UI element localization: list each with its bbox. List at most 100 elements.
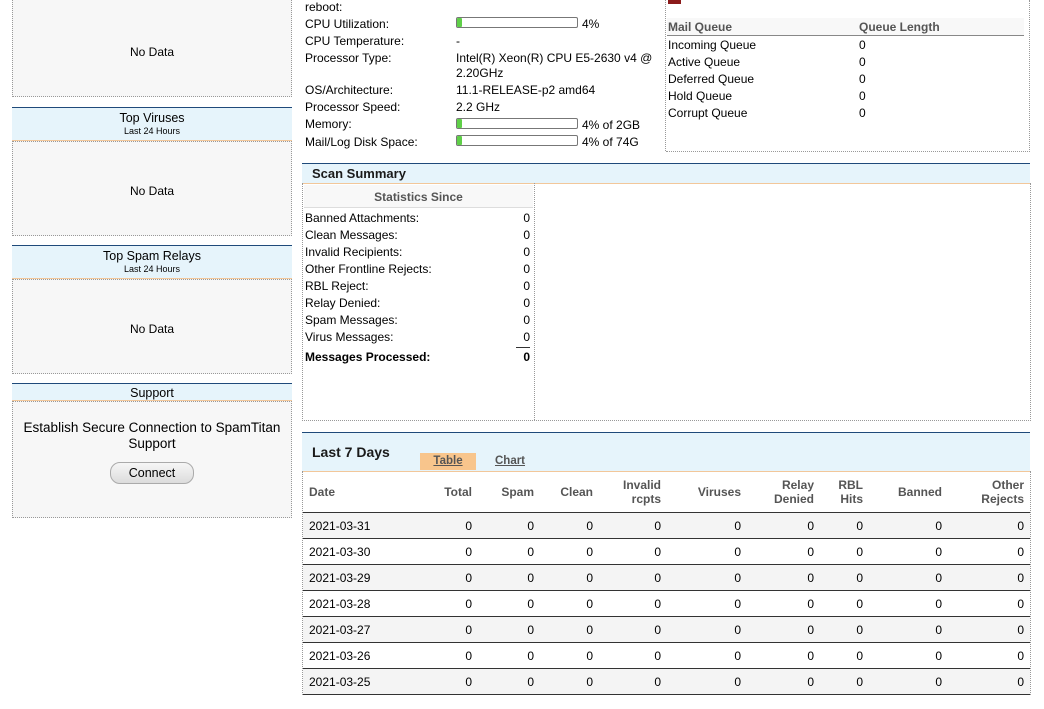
queue-length-header: Queue Length (859, 20, 940, 34)
value-cell: 0 (540, 590, 599, 617)
value-cell: 0 (410, 616, 478, 643)
value-cell: 0 (667, 616, 747, 643)
top-viruses-subtitle: Last 24 Hours (123, 126, 181, 136)
col-date: Date (303, 472, 410, 513)
stat-label: Spam Messages: (305, 313, 398, 327)
value-cell: 0 (948, 512, 1030, 539)
stat-label: Clean Messages: (305, 228, 398, 242)
queue-value: 0 (859, 72, 866, 86)
top-spam-relays-title: Top Spam Relays (103, 249, 201, 263)
memory-bar (456, 118, 578, 129)
mail-queue-header: Mail Queue (668, 20, 733, 34)
proc-speed-value: 2.2 GHz (456, 100, 501, 114)
value-cell: 0 (869, 538, 948, 565)
memory-value: 4% of 2GB (582, 118, 641, 132)
table-row: 2021-03-28 0 0 0 0 0 0 0 0 0 (303, 590, 1030, 617)
value-cell: 0 (540, 512, 599, 539)
value-cell: 0 (948, 616, 1030, 643)
date-cell: 2021-03-27 (303, 616, 410, 643)
value-cell: 0 (820, 668, 869, 695)
col-total: Total (410, 472, 478, 513)
value-cell: 0 (869, 616, 948, 643)
value-cell: 0 (540, 616, 599, 643)
value-cell: 0 (599, 564, 667, 591)
tab-table[interactable]: Table (420, 453, 476, 470)
stat-label: Other Frontline Rejects: (305, 262, 432, 276)
connect-button[interactable]: Connect (110, 462, 194, 484)
value-cell: 0 (948, 642, 1030, 669)
value-cell: 0 (667, 564, 747, 591)
value-cell: 0 (410, 590, 478, 617)
stat-value: 0 (523, 245, 530, 259)
value-cell: 0 (599, 512, 667, 539)
col-banned: Banned (869, 472, 948, 513)
col-relay-denied-label: Relay Denied (773, 478, 814, 506)
value-cell: 0 (540, 642, 599, 669)
date-cell: 2021-03-28 (303, 590, 410, 617)
scan-summary-header: Scan Summary (302, 163, 1030, 184)
proc-type-value: Intel(R) Xeon(R) CPU E5-2630 v4 @ 2.20GH… (456, 51, 653, 80)
queue-name: Deferred Queue (668, 72, 755, 86)
table-row: 2021-03-25 0 0 0 0 0 0 0 0 0 (303, 668, 1030, 695)
queue-value: 0 (859, 38, 866, 52)
support-header: Support (12, 383, 292, 401)
value-cell: 0 (478, 642, 540, 669)
no-data-text: No Data (129, 45, 175, 59)
value-cell: 0 (667, 538, 747, 565)
alert-icon (668, 0, 681, 4)
value-cell: 0 (667, 642, 747, 669)
value-cell: 0 (869, 564, 948, 591)
top-spam-relays-subtitle: Last 24 Hours (123, 264, 181, 274)
table-row: 2021-03-30 0 0 0 0 0 0 0 0 0 (303, 538, 1030, 565)
queue-value: 0 (859, 106, 866, 120)
queue-name: Corrupt Queue (668, 106, 748, 120)
table-header-row: Date Total Spam Clean Invalid rcpts Viru… (303, 472, 1030, 513)
messages-processed-value: 0 (523, 350, 530, 364)
value-cell: 0 (747, 538, 820, 565)
value-cell: 0 (667, 590, 747, 617)
last7-header: Last 7 Days (302, 432, 1030, 472)
value-cell: 0 (478, 512, 540, 539)
value-cell: 0 (869, 512, 948, 539)
queue-name: Incoming Queue (668, 38, 757, 52)
scan-summary-title: Scan Summary (312, 166, 406, 181)
top-spam-relays-panel: No Data (12, 279, 292, 374)
disk-label: Mail/Log Disk Space: (305, 135, 418, 149)
date-cell: 2021-03-25 (303, 668, 410, 695)
support-panel: Establish Secure Connection to SpamTitan… (12, 401, 292, 518)
value-cell: 0 (599, 538, 667, 565)
memory-label: Memory: (305, 117, 352, 131)
cpu-temp-label: CPU Temperature: (305, 34, 405, 48)
queue-name: Active Queue (668, 55, 741, 69)
value-cell: 0 (747, 616, 820, 643)
col-viruses: Viruses (667, 472, 747, 513)
col-relay-denied: Relay Denied (747, 472, 820, 513)
value-cell: 0 (599, 668, 667, 695)
queue-value: 0 (859, 55, 866, 69)
stat-label: Virus Messages: (305, 330, 394, 344)
no-data-text: No Data (129, 184, 175, 198)
value-cell: 0 (820, 590, 869, 617)
value-cell: 0 (948, 668, 1030, 695)
table-row: 2021-03-26 0 0 0 0 0 0 0 0 0 (303, 642, 1030, 669)
stat-label: RBL Reject: (305, 279, 369, 293)
value-cell: 0 (820, 616, 869, 643)
last7-table-body: 2021-03-31 0 0 0 0 0 0 0 0 0 2021-03-30 0 0 0 0 0 0 0 0 0 20… (303, 512, 1030, 695)
no-data-text: No Data (129, 322, 175, 336)
tab-chart[interactable]: Chart (484, 453, 536, 470)
col-rbl-hits: RBL Hits (820, 472, 869, 513)
proc-type-label: Processor Type: (305, 51, 392, 65)
col-invalid-rcpts-label: Invalid rcpts (622, 478, 661, 506)
os-value: 11.1-RELEASE-p2 amd64 (456, 83, 596, 97)
top-senders-panel: No Data (12, 0, 292, 97)
value-cell: 0 (820, 642, 869, 669)
value-cell: 0 (478, 564, 540, 591)
stats-since-label: Statistics Since (374, 190, 463, 204)
date-cell: 2021-03-26 (303, 642, 410, 669)
reboot-label: reboot: (305, 0, 343, 14)
value-cell: 0 (820, 538, 869, 565)
value-cell: 0 (747, 668, 820, 695)
value-cell: 0 (747, 564, 820, 591)
value-cell: 0 (747, 642, 820, 669)
value-cell: 0 (478, 590, 540, 617)
